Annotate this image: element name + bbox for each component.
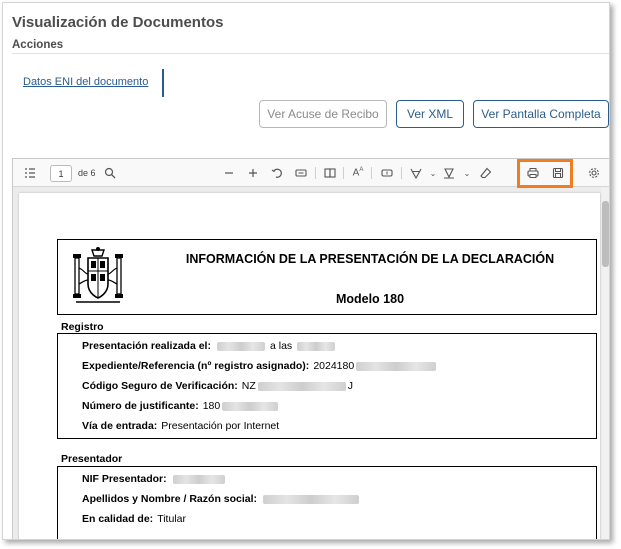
calidad-row: En calidad de: Titular xyxy=(82,513,186,525)
presentador-box: NIF Presentador: Apellidos y Nombre / Ra… xyxy=(57,466,597,539)
pdf-toolbar: 1 de 6 AA ⌄ ⌄ xyxy=(13,159,609,188)
expediente-label: Expediente/Referencia (nº registro asign… xyxy=(82,360,310,372)
redacted-time xyxy=(297,341,336,351)
justificante-row: Número de justificante: 180 xyxy=(82,400,280,412)
view-fullscreen-button[interactable]: Ver Pantalla Completa xyxy=(473,100,609,128)
pdf-page: INFORMACIÓN DE LA PRESENTACIÓN DE LA DEC… xyxy=(19,193,600,539)
sidebar-toggle-icon[interactable] xyxy=(22,165,38,181)
highlight-icon[interactable] xyxy=(441,165,457,181)
document-viewer-window: Visualización de Documentos Acciones Dat… xyxy=(2,2,610,540)
tab-bar: Datos ENI del documento xyxy=(12,69,164,97)
chevron-down-icon[interactable]: ⌄ xyxy=(459,165,475,181)
actions-section-label: Acciones xyxy=(12,39,64,51)
redacted-expediente xyxy=(356,361,437,371)
toolbar-divider xyxy=(315,167,316,179)
redacted-nombre xyxy=(263,494,360,504)
nombre-label: Apellidos y Nombre / Razón social: xyxy=(82,493,258,505)
fit-width-icon[interactable] xyxy=(293,165,309,181)
document-subtitle: Modelo 180 xyxy=(335,292,405,306)
view-xml-button[interactable]: Ver XML xyxy=(396,100,464,128)
document-title: INFORMACIÓN DE LA PRESENTACIÓN DE LA DEC… xyxy=(185,252,555,266)
toolbar-divider xyxy=(401,167,402,179)
comment-icon[interactable] xyxy=(379,165,395,181)
justificante-value: 180 xyxy=(202,400,221,412)
presentador-heading: Presentador xyxy=(61,453,123,465)
settings-icon[interactable] xyxy=(586,165,602,181)
vertical-scrollbar[interactable] xyxy=(601,187,609,539)
pdf-viewer: 1 de 6 AA ⌄ ⌄ INFORMACIÓN DE LA PRESENTA… xyxy=(12,158,609,539)
calidad-value: Titular xyxy=(157,513,186,525)
via-label: Vía de entrada: xyxy=(82,420,158,432)
csv-row: Código Seguro de Verificación: NZ J xyxy=(82,380,353,392)
print-save-highlight xyxy=(517,159,573,188)
chevron-down-icon[interactable]: ⌄ xyxy=(425,165,441,181)
csv-label: Código Seguro de Verificación: xyxy=(82,380,238,392)
via-row: Vía de entrada: Presentación por Interne… xyxy=(82,420,279,432)
tab-datos-eni[interactable]: Datos ENI del documento xyxy=(23,76,148,88)
eraser-icon[interactable] xyxy=(478,165,494,181)
presentacion-label: Presentación realizada el: xyxy=(82,340,211,352)
view-receipt-button[interactable]: Ver Acuse de Recibo xyxy=(259,100,387,128)
expediente-row: Expediente/Referencia (nº registro asign… xyxy=(82,360,438,372)
redacted-date xyxy=(216,341,265,351)
draw-icon[interactable] xyxy=(408,165,424,181)
csv-suffix: J xyxy=(347,380,354,392)
rotate-icon[interactable] xyxy=(269,165,285,181)
coat-of-arms-icon xyxy=(73,247,123,303)
page-number-input[interactable]: 1 xyxy=(50,165,72,182)
search-icon[interactable] xyxy=(102,165,118,181)
page-title: Visualización de Documentos xyxy=(12,14,224,31)
zoom-out-icon[interactable] xyxy=(221,165,237,181)
document-header-box: INFORMACIÓN DE LA PRESENTACIÓN DE LA DEC… xyxy=(57,239,597,315)
text-tool-icon[interactable]: AA xyxy=(350,165,366,181)
redacted-justificante xyxy=(222,401,279,411)
toolbar-divider xyxy=(371,167,372,179)
redacted-csv xyxy=(257,381,346,391)
nif-row: NIF Presentador: xyxy=(82,473,227,485)
scrollbar-thumb[interactable] xyxy=(602,201,609,267)
page-total-label: de 6 xyxy=(78,168,96,178)
toolbar-divider xyxy=(343,167,344,179)
expediente-value: 2024180 xyxy=(313,360,355,372)
two-page-icon[interactable] xyxy=(322,165,338,181)
nif-label: NIF Presentador: xyxy=(82,473,167,485)
csv-prefix: NZ xyxy=(241,380,256,392)
registro-heading: Registro xyxy=(61,321,104,333)
justificante-label: Número de justificante: xyxy=(82,400,199,412)
presentacion-row: Presentación realizada el: a las xyxy=(82,340,337,352)
calidad-label: En calidad de: xyxy=(82,513,154,525)
redacted-nif xyxy=(172,474,225,484)
divider xyxy=(12,53,609,54)
presentacion-mid: a las xyxy=(269,340,293,352)
registro-box: Presentación realizada el: a las Expedie… xyxy=(57,333,597,439)
via-value: Presentación por Internet xyxy=(161,420,280,432)
zoom-in-icon[interactable] xyxy=(245,165,261,181)
nombre-row: Apellidos y Nombre / Razón social: xyxy=(82,493,361,505)
